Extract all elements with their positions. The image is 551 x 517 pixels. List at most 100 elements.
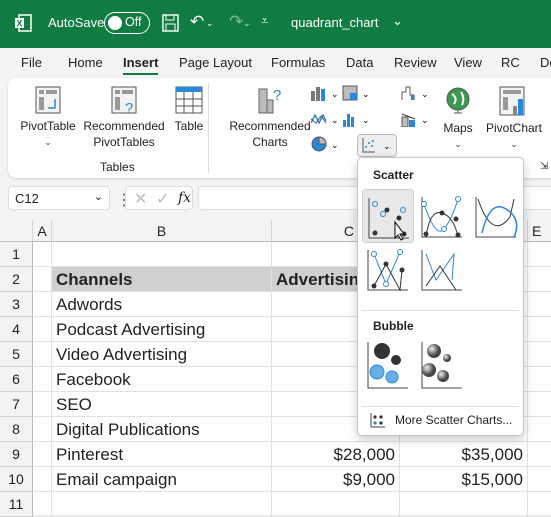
column-header-b[interactable]: B xyxy=(52,220,272,242)
line-chart-icon[interactable]: ⌄ xyxy=(311,111,341,127)
enter-check-icon[interactable]: ✓ xyxy=(156,189,169,209)
save-icon[interactable] xyxy=(162,14,179,32)
recommended-charts-button[interactable]: ? Recommended Charts xyxy=(226,86,314,150)
cell[interactable] xyxy=(33,467,52,492)
column-header-a[interactable]: A xyxy=(33,220,52,242)
tab-home[interactable]: Home xyxy=(68,55,103,70)
insert-function-icon[interactable]: fx xyxy=(178,190,191,206)
row-header[interactable]: 4 xyxy=(0,317,33,342)
scatter-chart-button[interactable]: ⌄ xyxy=(357,134,397,157)
cell[interactable] xyxy=(528,392,551,417)
cell[interactable] xyxy=(528,267,551,292)
cell[interactable] xyxy=(528,367,551,392)
undo-icon[interactable]: ↶ xyxy=(190,12,204,32)
cell[interactable] xyxy=(528,442,551,467)
row-header[interactable]: 10 xyxy=(0,467,33,492)
row-header[interactable]: 6 xyxy=(0,367,33,392)
cell[interactable] xyxy=(33,442,52,467)
cell[interactable] xyxy=(528,292,551,317)
filename[interactable]: quadrant_chart xyxy=(291,15,378,30)
row-header[interactable]: 8 xyxy=(0,417,33,442)
autosave-toggle[interactable]: Off xyxy=(104,12,150,34)
redo-icon[interactable]: ↷ xyxy=(229,12,243,32)
tab-data[interactable]: Data xyxy=(346,55,373,70)
tab-review[interactable]: Review xyxy=(394,55,437,70)
maps-button[interactable]: Maps ⌄ xyxy=(438,86,478,152)
more-scatter-charts-link[interactable]: More Scatter Charts... xyxy=(370,412,512,428)
scatter-straight-lines-markers-option[interactable] xyxy=(362,246,414,300)
pivotchart-button[interactable]: PivotChart ⌄ xyxy=(484,86,544,152)
hierarchy-chart-icon[interactable]: ⌄ xyxy=(342,85,372,101)
tab-insert[interactable]: Insert xyxy=(123,55,159,75)
cell[interactable] xyxy=(528,417,551,442)
tab-rc[interactable]: RC xyxy=(501,55,520,70)
cell[interactable] xyxy=(52,492,272,517)
row-header[interactable]: 5 xyxy=(0,342,33,367)
cell[interactable]: Email campaign xyxy=(52,467,272,492)
row-header[interactable]: 9 xyxy=(0,442,33,467)
row-header[interactable]: 1 xyxy=(0,242,33,267)
combo-chart-icon[interactable]: ⌄ xyxy=(401,111,431,127)
tab-developer[interactable]: De xyxy=(540,55,551,70)
cell[interactable]: Channels xyxy=(52,267,272,292)
cell[interactable] xyxy=(33,242,52,267)
row-header[interactable]: 3 xyxy=(0,292,33,317)
pie-chart-icon[interactable]: ⌄ xyxy=(311,136,341,152)
cell[interactable] xyxy=(33,417,52,442)
name-box[interactable]: C12 ⌄ xyxy=(8,186,110,210)
cell[interactable]: Adwords xyxy=(52,292,272,317)
column-header-e[interactable]: E xyxy=(528,220,551,242)
cell[interactable]: Pinterest xyxy=(52,442,272,467)
tab-page-layout[interactable]: Page Layout xyxy=(179,55,252,70)
cell[interactable]: Podcast Advertising xyxy=(52,317,272,342)
chevron-down-icon[interactable]: ⌄ xyxy=(94,190,103,203)
scatter-smooth-lines-option[interactable] xyxy=(470,189,522,243)
cell[interactable] xyxy=(272,492,400,517)
customize-qat-icon[interactable]: ⩡ xyxy=(261,13,268,29)
row-header[interactable]: 11 xyxy=(0,492,33,517)
cell[interactable]: Facebook xyxy=(52,367,272,392)
cell[interactable] xyxy=(33,392,52,417)
tab-file[interactable]: File xyxy=(21,55,42,70)
3d-bubble-option[interactable] xyxy=(416,338,468,392)
cell[interactable]: Digital Publications xyxy=(52,417,272,442)
cell[interactable] xyxy=(33,492,52,517)
scatter-straight-lines-option[interactable] xyxy=(416,246,468,300)
cell[interactable]: $28,000 xyxy=(272,442,400,467)
cell[interactable] xyxy=(33,267,52,292)
cell[interactable]: Video Advertising xyxy=(52,342,272,367)
cell[interactable] xyxy=(400,492,528,517)
waterfall-chart-icon[interactable]: ⌄ xyxy=(401,85,431,101)
scatter-option[interactable] xyxy=(362,189,414,243)
table-button[interactable]: Table xyxy=(170,86,208,134)
tab-view[interactable]: View xyxy=(454,55,482,70)
bubble-option[interactable] xyxy=(362,338,414,392)
cell[interactable] xyxy=(528,317,551,342)
cell[interactable] xyxy=(528,342,551,367)
chevron-down-icon[interactable]: ⌄ xyxy=(392,13,403,29)
tab-formulas[interactable]: Formulas xyxy=(271,55,325,70)
statistic-chart-icon[interactable]: ⌄ xyxy=(342,111,372,127)
cell[interactable] xyxy=(528,467,551,492)
pivottable-button[interactable]: PivotTable ⌄ xyxy=(18,86,78,150)
select-all[interactable] xyxy=(0,220,33,242)
more-scatter-charts-label: More Scatter Charts... xyxy=(395,413,513,427)
cell[interactable] xyxy=(33,292,52,317)
cell[interactable]: SEO xyxy=(52,392,272,417)
cell[interactable]: $35,000 xyxy=(400,442,528,467)
cell[interactable] xyxy=(33,367,52,392)
row-header[interactable]: 7 xyxy=(0,392,33,417)
column-chart-icon[interactable]: ⌄ xyxy=(311,85,341,101)
cell[interactable] xyxy=(528,242,551,267)
dialog-launcher-icon[interactable]: ⇲ xyxy=(540,161,548,172)
cancel-icon[interactable]: ✕ xyxy=(134,189,147,209)
row-header[interactable]: 2 xyxy=(0,267,33,292)
recommended-pivottables-button[interactable]: ? Recommended PivotTables xyxy=(80,86,168,150)
cell[interactable]: $15,000 xyxy=(400,467,528,492)
cell[interactable] xyxy=(33,342,52,367)
cell[interactable] xyxy=(52,242,272,267)
scatter-smooth-lines-markers-option[interactable] xyxy=(416,189,468,243)
cell[interactable] xyxy=(33,317,52,342)
cell[interactable]: $9,000 xyxy=(272,467,400,492)
cell[interactable] xyxy=(528,492,551,517)
